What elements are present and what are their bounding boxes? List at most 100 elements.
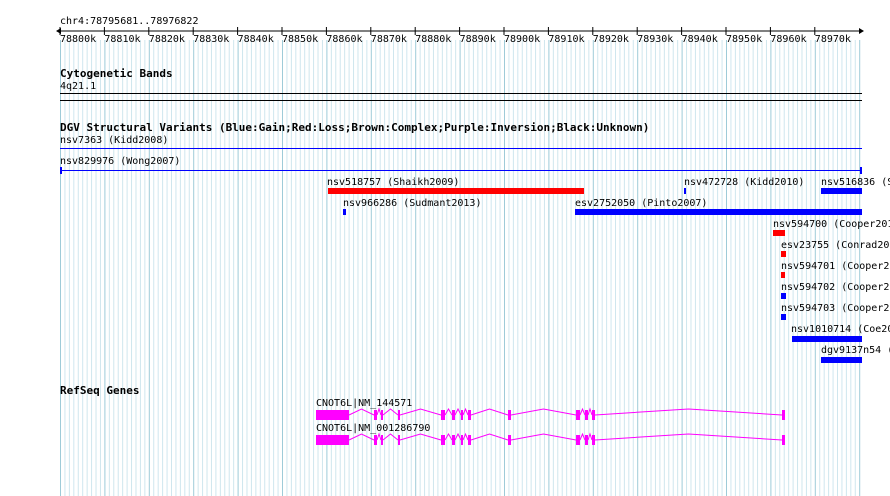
gene-exon <box>381 435 383 445</box>
gene-exon <box>316 410 349 420</box>
ruler-tick-label: 78890k <box>459 34 496 45</box>
gene-exon <box>585 410 588 420</box>
cytoband-track-title: Cytogenetic Bands <box>60 67 173 80</box>
gene-exon <box>374 435 377 445</box>
ruler-tick-label: 78950k <box>726 34 763 45</box>
gene-exon <box>452 435 455 445</box>
dgv-feature-label[interactable]: esv23755 (Conrad200 <box>781 240 890 251</box>
gene-exon <box>441 435 445 445</box>
gene-model[interactable] <box>0 405 890 425</box>
gene-intron <box>382 433 399 441</box>
gene-exon <box>468 435 471 445</box>
ruler-tick-label: 78800k <box>60 34 97 45</box>
gene-intron <box>587 407 593 416</box>
dgv-feature-label[interactable]: nsv516836 (S <box>821 177 890 188</box>
gene-intron <box>444 408 453 416</box>
dgv-feature-label[interactable]: nsv1010714 (Coe20 <box>791 324 890 335</box>
ruler-tick-label: 78920k <box>592 34 629 45</box>
ruler-tick-label: 78970k <box>814 34 851 45</box>
cytoband-bar-top <box>60 93 862 94</box>
gene-intron <box>376 432 382 441</box>
ruler-tick-label: 78930k <box>637 34 674 45</box>
dgv-feature-bar[interactable] <box>343 209 346 215</box>
ruler-tick-label: 78810k <box>104 34 141 45</box>
gene-intron <box>470 433 509 441</box>
gene-model[interactable] <box>0 430 890 450</box>
dgv-feature-bar[interactable] <box>773 230 785 236</box>
dgv-feature-label[interactable]: nsv594703 (Cooper20 <box>781 303 890 314</box>
dgv-feature-label[interactable]: esv2752050 (Pinto2007) <box>575 198 707 209</box>
dgv-feature-label[interactable]: dgv9137n54 ( <box>821 345 890 356</box>
gene-intron <box>470 408 509 416</box>
gene-intron <box>594 408 783 416</box>
cytoband-bar-bottom <box>60 100 862 101</box>
dgv-feature-label[interactable]: nsv7363 (Kidd2008) <box>60 135 168 146</box>
dgv-feature-bar[interactable] <box>781 272 785 278</box>
gene-exon <box>398 435 400 445</box>
dgv-feature-bar[interactable] <box>328 188 584 194</box>
gene-intron <box>579 407 586 416</box>
dgv-feature-bar[interactable] <box>60 148 862 149</box>
dgv-feature-label[interactable]: nsv594700 (Cooper201 <box>773 219 890 230</box>
dgv-feature-label[interactable]: nsv518757 (Shaikh2009) <box>327 177 459 188</box>
gene-intron <box>444 433 453 441</box>
ruler-tick-label: 78830k <box>193 34 230 45</box>
gene-intron <box>594 433 783 441</box>
dgv-feature-label[interactable]: nsv829976 (Wong2007) <box>60 156 180 167</box>
ruler-tick-label: 78910k <box>548 34 585 45</box>
cytoband-label[interactable]: 4q21.1 <box>60 81 96 92</box>
gene-exon <box>468 410 471 420</box>
gene-exon <box>398 410 400 420</box>
dgv-feature-label[interactable]: nsv594702 (Cooper20 <box>781 282 890 293</box>
dgv-feature-bar[interactable] <box>781 293 786 299</box>
dgv-feature-label[interactable]: nsv594701 (Cooper20 <box>781 261 890 272</box>
ruler-tick-label: 78960k <box>770 34 807 45</box>
dgv-feature-bar[interactable] <box>792 336 862 342</box>
gene-intron <box>510 408 577 416</box>
gene-intron <box>462 432 469 441</box>
gene-intron <box>579 432 586 441</box>
gene-exon <box>374 410 377 420</box>
ruler-tick-label: 78900k <box>504 34 541 45</box>
gene-exon <box>316 435 349 445</box>
gene-exon <box>592 435 595 445</box>
ruler-tick-label: 78840k <box>237 34 274 45</box>
gene-exon <box>452 410 455 420</box>
dgv-feature-bar[interactable] <box>684 188 686 194</box>
dgv-track-title: DGV Structural Variants (Blue:Gain;Red:L… <box>60 121 650 134</box>
ruler-tick-label: 78870k <box>370 34 407 45</box>
gene-intron <box>454 407 462 416</box>
gene-intron <box>382 408 399 416</box>
dgv-feature-endcap <box>60 167 62 174</box>
dgv-feature-bar[interactable] <box>781 314 786 320</box>
dgv-feature-bar[interactable] <box>821 357 862 363</box>
refseq-track-title: RefSeq Genes <box>60 384 140 397</box>
dgv-feature-bar[interactable] <box>781 251 786 257</box>
gene-exon <box>592 410 595 420</box>
dgv-feature-label[interactable]: nsv966286 (Sudmant2013) <box>343 198 481 209</box>
gene-exon <box>508 435 511 445</box>
gene-exon <box>782 410 785 420</box>
gene-intron <box>510 433 577 441</box>
dgv-feature-bar[interactable] <box>60 170 862 171</box>
dgv-feature-bar[interactable] <box>575 209 862 215</box>
gene-intron <box>348 408 375 416</box>
gene-exon <box>461 435 463 445</box>
ruler-tick-label: 78850k <box>282 34 319 45</box>
ruler-tick-label: 78820k <box>148 34 185 45</box>
gene-intron <box>376 407 382 416</box>
gene-exon <box>441 410 445 420</box>
gene-intron <box>399 433 442 441</box>
dgv-feature-bar[interactable] <box>821 188 862 194</box>
gene-intron <box>454 432 462 441</box>
gene-exon <box>381 410 383 420</box>
ruler-tick-label: 78940k <box>681 34 718 45</box>
gene-exon <box>585 435 588 445</box>
dgv-feature-endcap <box>860 167 862 174</box>
dgv-feature-label[interactable]: nsv472728 (Kidd2010) <box>684 177 804 188</box>
gene-intron <box>587 432 593 441</box>
gene-exon <box>508 410 511 420</box>
genome-browser-view: chr4:78795681..78976822 78800k 78810k 7882… <box>0 0 890 496</box>
gene-intron <box>399 408 442 416</box>
gene-exon <box>576 410 580 420</box>
